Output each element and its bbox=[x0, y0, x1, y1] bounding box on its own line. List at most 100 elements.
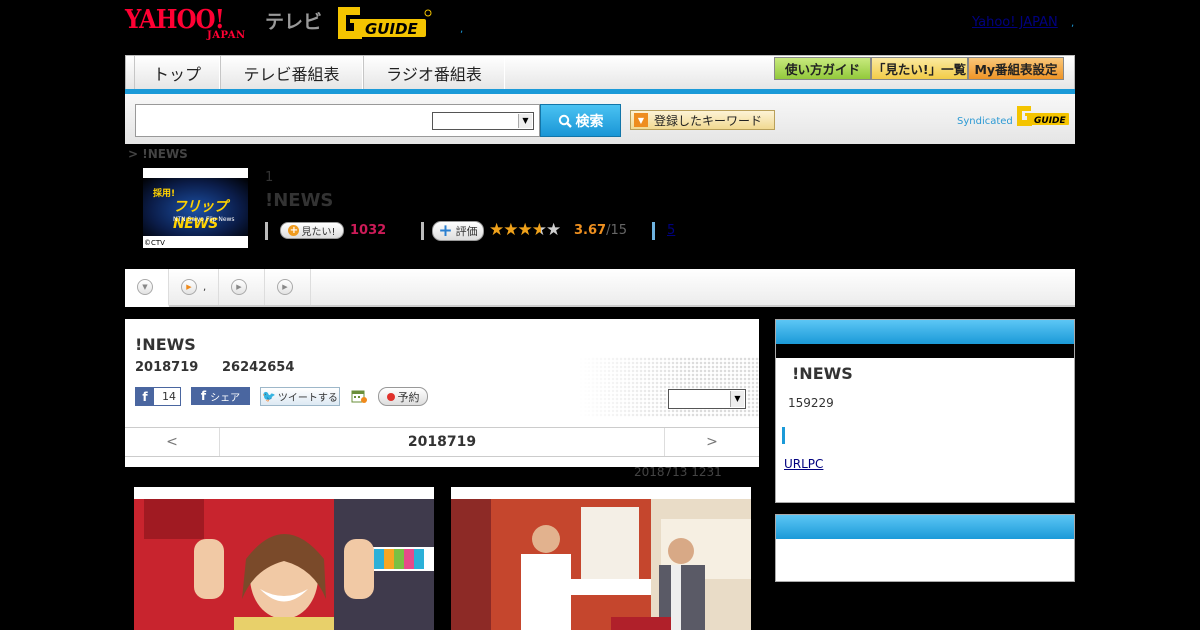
episode-date: 2018719 bbox=[135, 360, 199, 375]
triangle-down-icon: ▼ bbox=[634, 113, 648, 127]
rate-label: 評価 bbox=[455, 225, 478, 238]
play-icon: ▶ bbox=[181, 279, 197, 295]
tweet-label: ツイートする bbox=[277, 393, 338, 404]
magnifier-icon bbox=[558, 114, 572, 128]
program-tabs: ▼ ▶ , ▶ ▶ bbox=[125, 269, 1075, 307]
gguide-logo[interactable]: GUIDE bbox=[334, 5, 434, 41]
episode-photo-1[interactable] bbox=[134, 487, 434, 630]
saved-keywords-label: 登録したキーワード bbox=[654, 113, 763, 128]
studio-photo-guests bbox=[451, 499, 751, 630]
program-logo-art: 採用! フリップNEWS NTN Saiyo Flip News bbox=[143, 178, 248, 236]
episode-panel: !NEWS 2018719 26242654 f 14 f シェア 🐦 ツイート… bbox=[125, 319, 759, 467]
nav-tab-top[interactable]: トップ bbox=[134, 56, 220, 89]
rating-value: 3.67 bbox=[574, 223, 607, 238]
svg-text:GUIDE: GUIDE bbox=[1034, 116, 1067, 126]
star-icon: ★ bbox=[517, 220, 533, 240]
svg-text:GUIDE: GUIDE bbox=[365, 20, 419, 38]
star-icon: ★ bbox=[503, 220, 518, 240]
episode-select[interactable]: ▼ bbox=[668, 389, 746, 409]
tab-2-label: , bbox=[203, 281, 207, 293]
nav-tab-radio-guide[interactable]: ラジオ番組表 bbox=[363, 56, 505, 89]
search-category-select[interactable]: ▼ bbox=[432, 112, 534, 130]
breadcrumb[interactable]: > !NEWS bbox=[128, 147, 188, 161]
header-separator: , bbox=[460, 24, 464, 35]
syndicated-label: Syndicated bbox=[957, 116, 1013, 127]
tweet-button[interactable]: 🐦 ツイートする bbox=[260, 387, 340, 406]
current-date: 2018719 bbox=[407, 434, 477, 450]
sidebar-accent-bar bbox=[782, 427, 785, 444]
facebook-share-label: シェア bbox=[210, 392, 241, 404]
sidebar-title: !NEWS bbox=[792, 364, 853, 383]
thumb-subtitle: NTN Saiyo Flip News bbox=[173, 216, 235, 223]
want-to-watch-count: 1032 bbox=[350, 223, 387, 238]
rate-button[interactable]: + 評価 bbox=[432, 221, 484, 241]
tab-4[interactable]: ▶ bbox=[265, 269, 311, 305]
sidebar-header-shadow bbox=[776, 344, 1074, 358]
tab-summary[interactable]: ▼ bbox=[125, 269, 169, 307]
plus-icon: + bbox=[438, 221, 453, 241]
want-to-watch-label: 見たい! bbox=[301, 227, 336, 238]
divider-bar bbox=[421, 222, 424, 240]
updated-timestamp: 2018713 1231 bbox=[634, 465, 722, 479]
play-icon: ▶ bbox=[231, 279, 247, 295]
syndicated-gguide-logo: Syndicated GUIDE bbox=[957, 105, 1071, 127]
star-icon: ★ bbox=[489, 220, 504, 240]
rating-stars: ★★★★★ bbox=[489, 220, 561, 240]
program-thumbnail[interactable]: 採用! フリップNEWS NTN Saiyo Flip News ©CTV bbox=[143, 168, 248, 248]
yahoo-japan-logo[interactable]: YAHOO! JAPAN bbox=[125, 6, 262, 42]
search-button[interactable]: 検索 bbox=[540, 104, 621, 137]
sidebar-header bbox=[776, 320, 1074, 344]
prev-date-button[interactable]: < bbox=[125, 428, 220, 456]
add-calendar-icon[interactable] bbox=[351, 388, 367, 404]
tab-3[interactable]: ▶ bbox=[219, 269, 265, 305]
plus-icon: + bbox=[288, 225, 300, 236]
record-dot-icon bbox=[386, 392, 395, 401]
chevron-down-icon: ▼ bbox=[730, 391, 744, 407]
saved-keywords-button[interactable]: ▼ 登録したキーワード bbox=[630, 110, 775, 130]
header-separator-2: , bbox=[1071, 18, 1075, 29]
main-nav: トップ テレビ番組表 ラジオ番組表 使い方ガイド 「見たい!」一覧 My番組表設… bbox=[125, 55, 1075, 90]
date-navigation: < 2018719 > bbox=[125, 427, 759, 457]
twitter-bird-icon: 🐦 bbox=[262, 390, 276, 403]
sidebar-second-box bbox=[775, 514, 1075, 582]
divider-bar bbox=[265, 222, 268, 240]
thumb-title-2: フリップNEWS bbox=[173, 199, 228, 232]
down-arrow-icon: ▼ bbox=[137, 278, 153, 295]
watchlist-button[interactable]: 「見たい!」一覧 bbox=[871, 57, 968, 80]
sidebar-url-link[interactable]: URLPC bbox=[784, 457, 823, 471]
my-guide-settings-button[interactable]: My番組表設定 bbox=[968, 57, 1064, 80]
nav-tab-tv-guide[interactable]: テレビ番組表 bbox=[220, 56, 363, 89]
star-empty-icon: ★ bbox=[546, 220, 561, 240]
yahoo-logo-sub: JAPAN bbox=[207, 30, 246, 41]
tv-label[interactable]: テレビ bbox=[265, 7, 322, 34]
star-half-icon: ★ bbox=[531, 220, 547, 240]
program-title: !NEWS bbox=[265, 190, 334, 211]
facebook-like-button[interactable]: f 14 bbox=[135, 387, 181, 406]
search-button-label: 検索 bbox=[575, 113, 604, 130]
facebook-icon: f bbox=[136, 388, 154, 405]
reviews-link[interactable]: 5 bbox=[667, 223, 675, 238]
facebook-icon: f bbox=[200, 389, 207, 403]
search-area: ▼ 検索 ▼ 登録したキーワード Syndicated GUIDE bbox=[125, 94, 1075, 144]
facebook-share-button[interactable]: f シェア bbox=[191, 387, 250, 405]
rating-score: 3.67/15 bbox=[574, 223, 627, 238]
sidebar-count: 159229 bbox=[788, 396, 834, 410]
episode-number: 1 bbox=[265, 170, 274, 185]
sidebar-program-box: !NEWS 159229 URLPC bbox=[775, 319, 1075, 503]
tab-2[interactable]: ▶ , bbox=[169, 269, 219, 305]
sidebar-header-2 bbox=[776, 515, 1074, 539]
next-date-button[interactable]: > bbox=[664, 428, 759, 456]
episode-time: 26242654 bbox=[222, 360, 295, 375]
facebook-like-count: 14 bbox=[162, 390, 176, 403]
reserve-recording-button[interactable]: 予約 bbox=[378, 387, 428, 406]
episode-photo-2[interactable] bbox=[451, 487, 751, 630]
yahoo-japan-link[interactable]: Yahoo! JAPAN bbox=[972, 15, 1058, 30]
chevron-down-icon: ▼ bbox=[518, 114, 532, 128]
studio-photo-host bbox=[134, 499, 434, 630]
reserve-label: 予約 bbox=[397, 390, 420, 404]
usage-guide-button[interactable]: 使い方ガイド bbox=[774, 57, 871, 80]
episode-title: !NEWS bbox=[135, 335, 196, 354]
rating-suffix: /15 bbox=[606, 223, 627, 238]
want-to-watch-button[interactable]: + 見たい! bbox=[280, 222, 344, 239]
thumb-caption: ©CTV bbox=[144, 239, 165, 247]
